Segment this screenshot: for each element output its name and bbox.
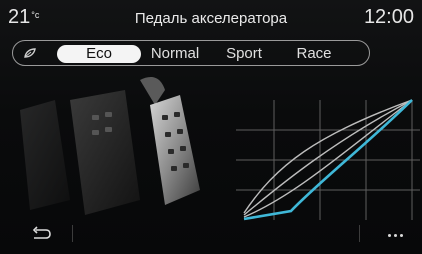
curve-sport — [243, 99, 413, 216]
curve-normal — [243, 99, 413, 218]
mode-eco-button[interactable]: Eco — [57, 45, 141, 63]
mode-sport-button[interactable]: Sport — [219, 45, 269, 63]
driving-mode-selector: Eco Normal Sport Race — [12, 40, 370, 66]
pedal-response-chart — [236, 99, 420, 221]
mode-normal-button[interactable]: Normal — [143, 45, 207, 63]
leaf-icon[interactable] — [23, 47, 37, 59]
footer-divider-left — [72, 225, 73, 242]
curve-race — [243, 99, 413, 214]
accelerator-pedal-illustration — [20, 77, 200, 215]
screen: 21°c Педаль акселератора 12:00 Eco Norma… — [0, 0, 422, 254]
back-arrow-icon[interactable] — [30, 224, 52, 242]
page-title: Педаль акселератора — [134, 10, 288, 27]
mode-race-button[interactable]: Race — [291, 45, 337, 63]
more-dots-icon[interactable] — [380, 224, 410, 244]
clock: 12:00 — [363, 6, 414, 28]
footer-divider-right — [359, 225, 360, 242]
